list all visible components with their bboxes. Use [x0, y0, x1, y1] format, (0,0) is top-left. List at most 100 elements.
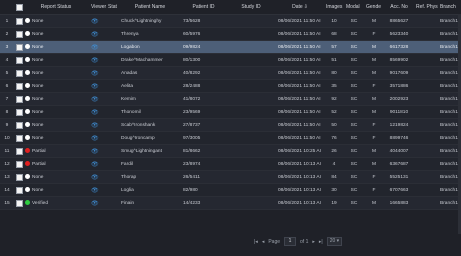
row-select[interactable]	[14, 27, 23, 41]
header-date[interactable]: Date⇩	[276, 0, 324, 15]
row-checkbox[interactable]	[16, 186, 23, 194]
row-select[interactable]	[14, 14, 23, 28]
viewer-cell[interactable]: 👁	[89, 105, 106, 119]
eye-icon[interactable]: 👁	[91, 188, 99, 194]
eye-icon[interactable]: 👁	[91, 201, 99, 207]
row-checkbox[interactable]	[16, 121, 23, 129]
row-checkbox[interactable]	[16, 17, 23, 25]
row-select[interactable]	[14, 170, 23, 184]
row-select[interactable]	[14, 92, 23, 106]
row-select[interactable]	[14, 144, 23, 158]
header-select-all[interactable]	[14, 0, 23, 15]
table-row[interactable]: 13 None 👁 Thorap 26/5411 08/06/2021 10:13 AI 8…	[0, 170, 461, 184]
row-checkbox[interactable]	[16, 30, 23, 38]
viewer-cell[interactable]: 👁	[89, 170, 106, 184]
eye-icon[interactable]: 👁	[91, 84, 99, 90]
header-stat[interactable]: Stat	[106, 0, 119, 15]
row-checkbox[interactable]	[16, 43, 23, 51]
table-row[interactable]: 14 None 👁 Loglia 82/980 08/06/2021 10:13 AI 30…	[0, 183, 461, 197]
eye-icon[interactable]: 👁	[91, 45, 99, 51]
gender: F	[364, 131, 384, 145]
row-checkbox[interactable]	[16, 199, 23, 207]
header-images[interactable]: Images	[324, 0, 344, 15]
eye-icon[interactable]: 👁	[91, 162, 99, 168]
eye-icon[interactable]: 👁	[91, 58, 99, 64]
table-row[interactable]: 3 None 👁 Logabon 09/9824 08/06/2021 11:50 AI 5…	[0, 40, 461, 54]
row-checkbox[interactable]	[16, 160, 23, 168]
table-row[interactable]: 12 Partial 👁 Fardil 23/8974 08/06/2021 10:13 …	[0, 157, 461, 171]
eye-icon[interactable]: 👁	[91, 19, 99, 25]
row-select[interactable]	[14, 183, 23, 197]
eye-icon[interactable]: 👁	[91, 97, 99, 103]
header-patient-id[interactable]: Patient ID	[181, 0, 226, 15]
viewer-cell[interactable]: 👁	[89, 40, 106, 54]
eye-icon[interactable]: 👁	[91, 32, 99, 38]
row-checkbox[interactable]	[16, 56, 23, 64]
row-checkbox[interactable]	[16, 82, 23, 90]
table-row[interactable]: 7 None 👁 Kemim 41/8072 08/06/2021 11:50 AI 92 S…	[0, 92, 461, 106]
eye-icon[interactable]: 👁	[91, 123, 99, 129]
viewer-cell[interactable]: 👁	[89, 92, 106, 106]
table-row[interactable]: 4 None 👁 Drake^Machammer 80/1300 08/06/2021 1…	[0, 53, 461, 67]
first-page-icon[interactable]: |◂	[254, 239, 258, 245]
viewer-cell[interactable]: 👁	[89, 196, 106, 210]
row-checkbox[interactable]	[16, 173, 23, 181]
next-page-icon[interactable]: ▸	[312, 239, 315, 245]
row-checkbox[interactable]	[16, 147, 23, 155]
viewer-cell[interactable]: 👁	[89, 53, 106, 67]
row-select[interactable]	[14, 79, 23, 93]
viewer-cell[interactable]: 👁	[89, 14, 106, 28]
eye-icon[interactable]: 👁	[91, 110, 99, 116]
prev-page-icon[interactable]: ◂	[262, 239, 265, 245]
viewer-cell[interactable]: 👁	[89, 27, 106, 41]
header-branch[interactable]: Branch	[438, 0, 461, 15]
viewer-cell[interactable]: 👁	[89, 118, 106, 132]
eye-icon[interactable]: 👁	[91, 175, 99, 181]
row-select[interactable]	[14, 196, 23, 210]
eye-icon[interactable]: 👁	[91, 136, 99, 142]
header-acc-no[interactable]: Acc. No	[384, 0, 414, 15]
viewer-cell[interactable]: 👁	[89, 79, 106, 93]
row-checkbox[interactable]	[16, 134, 23, 142]
table-row[interactable]: 10 None 👁 Doug^Ironcamp 97/3005 08/06/2021 11…	[0, 131, 461, 145]
row-select[interactable]	[14, 118, 23, 132]
table-row[interactable]: 6 None 👁 Aelita 28/2488 08/06/2021 11:50 AI 35…	[0, 79, 461, 93]
row-select[interactable]	[14, 157, 23, 171]
table-row[interactable]: 15 Verified 👁 Finain 14/4233 08/06/2021 10:13…	[0, 196, 461, 210]
row-select[interactable]	[14, 40, 23, 54]
study-date: 08/06/2021 11:50 AI	[276, 118, 324, 132]
table-row[interactable]: 1 None 👁 Chuck^Lightninghy 73/5628 08/06/2021…	[0, 14, 461, 28]
viewer-cell[interactable]: 👁	[89, 183, 106, 197]
header-modality[interactable]: Modal	[344, 0, 364, 15]
header-patient-name[interactable]: Patient Name	[119, 0, 181, 15]
row-checkbox[interactable]	[16, 95, 23, 103]
row-select[interactable]	[14, 131, 23, 145]
eye-icon[interactable]: 👁	[91, 71, 99, 77]
table-row[interactable]: 5 None 👁 Anadas 40/8292 08/06/2021 11:50 AI 80…	[0, 66, 461, 80]
table-row[interactable]: 2 None 👁 Threnya 60/5976 08/06/2021 11:50 AI 6…	[0, 27, 461, 41]
header-report-status[interactable]: Report Status	[23, 0, 89, 15]
row-select[interactable]	[14, 105, 23, 119]
study-id	[226, 144, 276, 158]
page-number-input[interactable]: 1	[284, 237, 297, 246]
viewer-cell[interactable]: 👁	[89, 131, 106, 145]
header-gender[interactable]: Gende	[364, 0, 384, 15]
table-row[interactable]: 9 None 👁 Scab^Ironshank 27/8737 08/06/2021 11…	[0, 118, 461, 132]
viewer-cell[interactable]: 👁	[89, 144, 106, 158]
row-checkbox[interactable]	[16, 108, 23, 116]
row-select[interactable]	[14, 53, 23, 67]
viewer-cell[interactable]: 👁	[89, 157, 106, 171]
table-row[interactable]: 8 None 👁 Thonomil 23/9569 08/06/2021 11:50 AI…	[0, 105, 461, 119]
last-page-icon[interactable]: ▸|	[319, 239, 323, 245]
header-ref-physician[interactable]: Ref. Physicia	[414, 0, 438, 15]
page-size-select[interactable]: 20 ▾	[326, 237, 343, 246]
table-row[interactable]: 11 Partial 👁 Smug^Lightningant 81/8662 08/06/…	[0, 144, 461, 158]
header-study-id[interactable]: Study ID	[226, 0, 276, 15]
eye-icon[interactable]: 👁	[91, 149, 99, 155]
row-select[interactable]	[14, 66, 23, 80]
patient-id: 23/8974	[181, 157, 226, 171]
viewer-cell[interactable]: 👁	[89, 66, 106, 80]
header-viewer[interactable]: Viewer	[89, 0, 106, 15]
row-checkbox[interactable]	[16, 69, 23, 77]
select-all-checkbox[interactable]	[16, 3, 23, 11]
